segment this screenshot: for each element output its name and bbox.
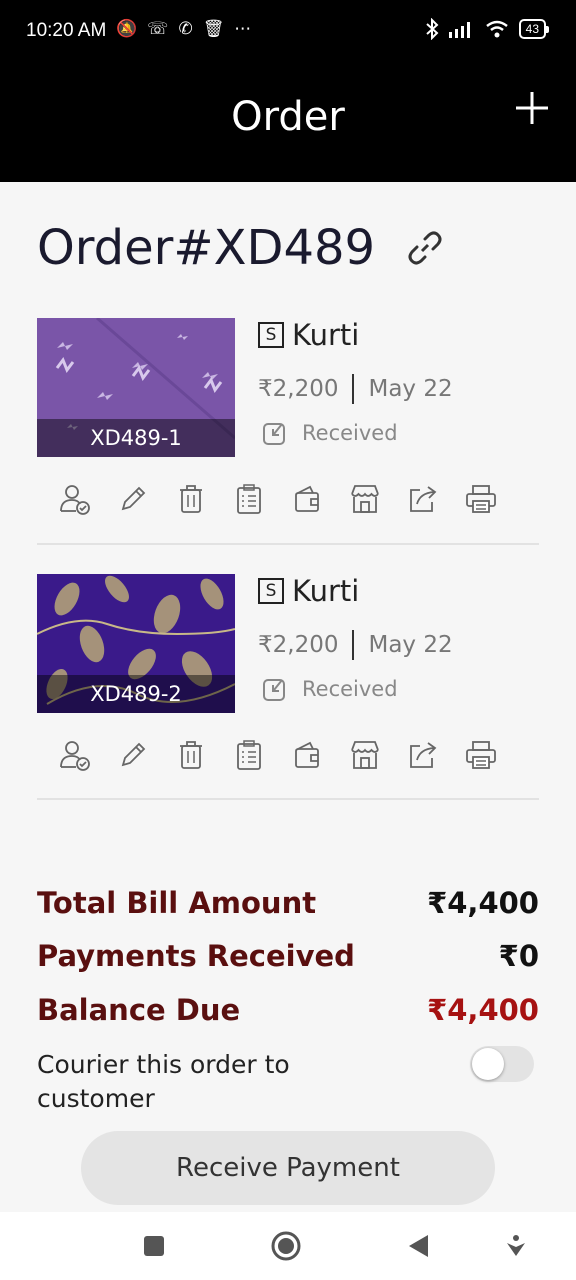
item-thumbnail[interactable]: XD489-2 — [37, 574, 235, 713]
balance-due-label: Balance Due — [37, 993, 241, 1027]
status-time: 10:20 AM — [26, 20, 107, 41]
share-icon[interactable] — [405, 737, 441, 773]
item-name: Kurti — [292, 574, 360, 608]
received-icon — [263, 679, 285, 701]
bluetooth-icon — [425, 18, 439, 40]
item-code: XD489-2 — [37, 675, 235, 713]
courier-toggle[interactable] — [470, 1046, 534, 1082]
accessibility-icon[interactable] — [500, 1230, 532, 1262]
payments-received-value: ₹0 — [498, 939, 539, 973]
divider — [352, 630, 355, 660]
recents-square-icon[interactable] — [138, 1230, 170, 1262]
size-badge: S — [258, 578, 284, 604]
item-code: XD489-1 — [37, 419, 235, 457]
item-price: ₹2,200 — [258, 632, 339, 658]
size-badge: S — [258, 322, 284, 348]
delete-bin-icon[interactable] — [173, 481, 209, 517]
item-name: Kurti — [292, 318, 360, 352]
page-title: Order — [231, 94, 345, 140]
item-date: May 22 — [368, 632, 453, 658]
signal-icon — [448, 22, 470, 38]
print-icon[interactable] — [463, 737, 499, 773]
missed-call-icon: ☏ — [147, 19, 169, 39]
app-bar: Order — [0, 64, 576, 182]
assign-person-icon[interactable] — [57, 737, 93, 773]
item-info: S Kurti ₹2,200 May 22 Received — [258, 574, 453, 701]
notification-icons: 🔕 ☏ ✆ 🗑 ⋯ — [116, 18, 251, 40]
balance-due-row: Balance Due ₹4,400 — [37, 993, 539, 1033]
edit-pencil-icon[interactable] — [115, 737, 151, 773]
home-circle-icon[interactable] — [270, 1230, 302, 1262]
wifi-icon — [485, 20, 508, 38]
courier-label: Courier this order to customer — [37, 1050, 290, 1113]
call-forward-icon: ✆ — [178, 19, 193, 39]
store-icon[interactable] — [347, 481, 383, 517]
item-divider — [37, 798, 539, 800]
total-bill-label: Total Bill Amount — [37, 886, 317, 920]
checklist-icon[interactable] — [231, 481, 267, 517]
status-bar: 10:20 AM 🔕 ☏ ✆ 🗑 ⋯ 43 — [0, 0, 576, 64]
divider — [352, 374, 355, 404]
item-status: Received — [302, 421, 398, 445]
total-bill-row: Total Bill Amount ₹4,400 — [37, 886, 539, 926]
store-icon[interactable] — [347, 737, 383, 773]
order-heading: Order#XD489 — [37, 220, 445, 276]
assign-person-icon[interactable] — [57, 481, 93, 517]
item-price: ₹2,200 — [258, 376, 339, 402]
wallet-icon[interactable] — [289, 737, 325, 773]
total-bill-value: ₹4,400 — [427, 886, 539, 920]
item-divider — [37, 543, 539, 545]
receive-payment-button[interactable]: Receive Payment — [81, 1131, 495, 1205]
received-icon — [263, 423, 285, 445]
item-info: S Kurti ₹2,200 May 22 Received — [258, 318, 453, 445]
more-dots-icon: ⋯ — [234, 19, 252, 39]
item-actions — [57, 481, 499, 517]
mute-alarm-icon: 🔕 — [116, 19, 138, 39]
print-icon[interactable] — [463, 481, 499, 517]
system-nav-bar — [0, 1212, 576, 1280]
battery-indicator: 43 — [518, 19, 550, 39]
balance-due-value: ₹4,400 — [427, 993, 539, 1027]
item-date: May 22 — [368, 376, 453, 402]
payments-received-label: Payments Received — [37, 939, 355, 973]
delete-bin-icon[interactable] — [173, 737, 209, 773]
wallet-icon[interactable] — [289, 481, 325, 517]
item-thumbnail[interactable]: XD489-1 — [37, 318, 235, 457]
plus-icon[interactable] — [510, 86, 554, 130]
edit-pencil-icon[interactable] — [115, 481, 151, 517]
order-number: Order#XD489 — [37, 220, 376, 276]
link-icon[interactable] — [405, 228, 445, 268]
item-actions — [57, 737, 499, 773]
toggle-knob — [472, 1048, 504, 1080]
trash-icon: 🗑 — [202, 19, 225, 39]
payments-received-row: Payments Received ₹0 — [37, 939, 539, 979]
checklist-icon[interactable] — [231, 737, 267, 773]
share-icon[interactable] — [405, 481, 441, 517]
back-triangle-icon[interactable] — [402, 1230, 434, 1262]
item-status: Received — [302, 677, 398, 701]
